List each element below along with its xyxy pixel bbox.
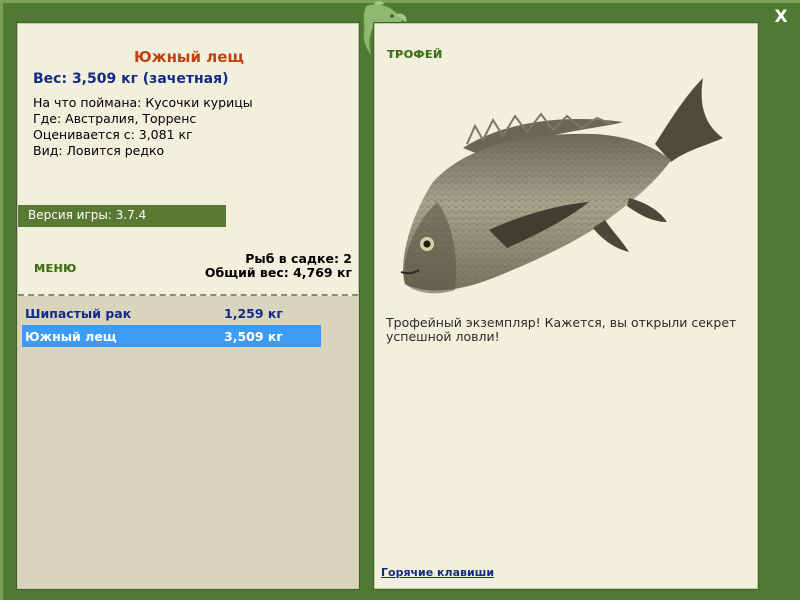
menu-button[interactable]: МЕНЮ <box>34 262 77 275</box>
fish-rarity: Вид: Ловится редко <box>33 143 165 158</box>
version-bar: Версия игры: 3.7.4 <box>18 205 226 227</box>
fish-image <box>400 78 723 294</box>
fish-rated-from: Оценивается с: 3,081 кг <box>33 127 193 142</box>
catch-total-weight: Общий вес: 4,769 кг <box>204 265 352 280</box>
trophy-text: Трофейный экземпляр! Кажется, вы открыли… <box>386 315 737 344</box>
fish-weight: Вес: 3,509 кг (зачетная) <box>33 71 229 87</box>
frame-highlight-left <box>0 0 3 600</box>
fish-title: Южный лещ <box>134 48 244 66</box>
catch-summary: Рыб в садке: 2 Общий вес: 4,769 кг <box>205 252 352 280</box>
catch-list: Шипастый рак 1,259 кг Южный лещ 3,509 кг <box>18 296 358 588</box>
catch-row-bream[interactable]: Южный лещ 3,509 кг <box>22 325 321 347</box>
catch-row-crayfish[interactable]: Шипастый рак 1,259 кг <box>22 302 321 324</box>
fish-bait: На что поймана: Кусочки курицы <box>33 95 253 110</box>
catch-row-weight: 3,509 кг <box>224 328 283 344</box>
trophy-panel: ТРОФЕЙ Трофейный экземпляр! Кажется, вы … <box>373 22 759 590</box>
fish-info-panel: Южный лещ Вес: 3,509 кг (зачетная) На чт… <box>16 22 360 590</box>
hotkeys-link[interactable]: Горячие клавиши <box>381 566 494 579</box>
fish-location: Где: Австралия, Торренс <box>33 111 197 126</box>
close-icon[interactable]: X <box>770 6 792 28</box>
catch-row-name: Шипастый рак <box>25 305 132 321</box>
panel-divider <box>362 40 372 589</box>
catch-count: Рыб в садке: 2 <box>245 251 352 266</box>
catch-row-weight: 1,259 кг <box>224 305 283 321</box>
catch-row-name: Южный лещ <box>25 328 117 344</box>
fish-details: На что поймана: Кусочки курицы Где: Авст… <box>33 95 253 159</box>
